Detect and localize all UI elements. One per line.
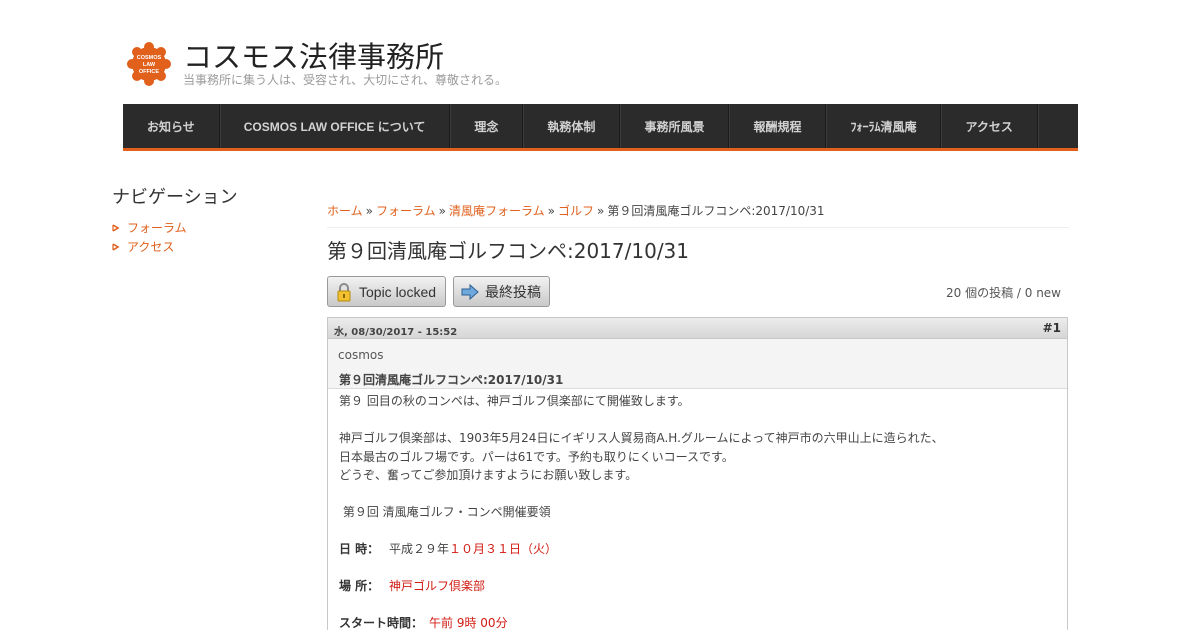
topic-locked-label: Topic locked: [359, 283, 437, 300]
last-post-button[interactable]: 最終投稿: [453, 276, 550, 307]
menu-item-about: COSMOS LAW OFFICE について: [220, 104, 451, 148]
breadcrumb-seifuan-forum[interactable]: 清風庵フォーラム: [449, 204, 545, 218]
post-permalink[interactable]: #1: [1043, 321, 1061, 335]
sidebar-item-forum[interactable]: フォーラム: [112, 218, 312, 237]
chevron-right-icon: [112, 223, 120, 232]
event-start: スタート時間： 午前 9時 00分: [339, 614, 1067, 630]
menu-item-staff: 執務体制: [523, 104, 621, 148]
breadcrumb-separator: »: [365, 204, 373, 218]
menu-link[interactable]: 執務体制: [523, 118, 619, 135]
menu-item-news: お知らせ: [123, 104, 220, 148]
arrow-right-icon: [461, 283, 479, 300]
breadcrumb-separator: »: [596, 204, 605, 218]
chevron-right-icon: [112, 242, 120, 251]
svg-text:COSMOS: COSMOS: [137, 55, 162, 61]
breadcrumb-current: 第９回清風庵ゴルフコンペ:2017/10/31: [607, 204, 825, 218]
event-date: 日 時： 平成２９年１０月３１日（火）: [339, 540, 1067, 559]
post-text: 日本最古のゴルフ場です。パーは61です。予約も取りにくいコースです。: [339, 449, 734, 464]
menu-link[interactable]: 事務所風景: [620, 118, 728, 135]
post-text: 神戸ゴルフ倶楽部は、1903年5月24日にイギリス人貿易商A.H.グルームによっ…: [339, 431, 944, 445]
post-text: 第９回 清風庵ゴルフ・コンペ開催要領: [339, 505, 551, 519]
menu-item-fees: 報酬規程: [729, 104, 827, 148]
breadcrumb: ホーム» フォーラム» 清風庵フォーラム» ゴルフ» 第９回清風庵ゴルフコンペ:2017…: [327, 200, 1069, 228]
event-start-label: スタート時間：: [339, 616, 418, 630]
menu-link[interactable]: アクセス: [941, 118, 1036, 135]
site-header: COSMOS LAW OFFICE コスモス法律事務所 当事務所に集う人は、受容…: [127, 40, 727, 90]
site-slogan: 当事務所に集う人は、受容され、大切にされ、尊敬される。: [183, 73, 508, 87]
event-date-label: 日 時：: [339, 542, 374, 556]
post-header: 水, 08/30/2017 - 15:52 #1: [328, 318, 1067, 339]
post-text: 第９ 回目の秋のコンペは、神戸ゴルフ倶楽部にて開催致します。: [339, 394, 690, 408]
menu-link[interactable]: 理念: [450, 118, 522, 135]
event-date-value: １０月３１日（火）: [449, 542, 558, 556]
svg-text:OFFICE: OFFICE: [139, 69, 159, 75]
post-subject: 第９回清風庵ゴルフコンペ:2017/10/31: [328, 368, 1067, 389]
breadcrumb-separator: »: [547, 204, 555, 218]
main-menu: お知らせ COSMOS LAW OFFICE について 理念 執務体制 事務所風…: [123, 104, 1078, 151]
menu-item-access: アクセス: [941, 104, 1038, 148]
breadcrumb-forum[interactable]: フォーラム: [376, 204, 436, 218]
breadcrumb-golf[interactable]: ゴルフ: [558, 204, 594, 218]
menu-link[interactable]: お知らせ: [123, 118, 219, 135]
topic-locked-button[interactable]: Topic locked: [327, 276, 446, 307]
post-text: どうぞ、奮ってご参加頂けますようにお願い致します。: [339, 468, 638, 482]
lock-icon: [337, 282, 351, 301]
menu-item-office: 事務所風景: [620, 104, 730, 148]
site-logo[interactable]: COSMOS LAW OFFICE: [127, 42, 171, 86]
breadcrumb-separator: »: [438, 204, 446, 218]
menu-link[interactable]: COSMOS LAW OFFICE について: [220, 118, 450, 135]
menu-link[interactable]: ﾌｫｰﾗﾑ清風庵: [826, 118, 940, 135]
event-start-value: 午前 9時 00分: [429, 616, 508, 630]
last-post-label: 最終投稿: [485, 283, 541, 300]
site-name[interactable]: コスモス法律事務所: [183, 39, 444, 75]
svg-text:LAW: LAW: [143, 62, 156, 68]
event-place-value: 神戸ゴルフ倶楽部: [389, 579, 486, 593]
post-author: cosmos: [328, 339, 1067, 368]
forum-actions: Topic locked 最終投稿 20 個の投稿 / 0 new: [327, 276, 1069, 308]
event-place-label: 場 所：: [339, 579, 374, 593]
menu-link[interactable]: 報酬規程: [729, 118, 825, 135]
post-count: 20 個の投稿 / 0 new: [945, 286, 1061, 300]
event-place: 場 所： 神戸ゴルフ倶楽部: [339, 577, 1067, 596]
sidebar-link[interactable]: アクセス: [127, 238, 174, 255]
page-title: 第９回清風庵ゴルフコンペ:2017/10/31: [327, 239, 690, 263]
sidebar: ナビゲーション フォーラム アクセス: [112, 186, 312, 256]
menu-item-forum: ﾌｫｰﾗﾑ清風庵: [826, 104, 942, 148]
sidebar-title: ナビゲーション: [112, 187, 238, 208]
main-content: ホーム» フォーラム» 清風庵フォーラム» ゴルフ» 第９回清風庵ゴルフコンペ:2017…: [327, 200, 1069, 630]
sidebar-link[interactable]: フォーラム: [127, 219, 187, 236]
sidebar-item-access[interactable]: アクセス: [112, 237, 312, 256]
event-date-prefix: 平成２９年: [389, 542, 450, 556]
menu-item-philosophy: 理念: [450, 104, 524, 148]
post-body: 第９ 回目の秋のコンペは、神戸ゴルフ倶楽部にて開催致します。 神戸ゴルフ倶楽部は…: [328, 389, 1067, 630]
breadcrumb-home[interactable]: ホーム: [327, 204, 363, 218]
post-date: 水, 08/30/2017 - 15:52: [334, 327, 458, 338]
forum-post: 水, 08/30/2017 - 15:52 #1 cosmos 第９回清風庵ゴル…: [327, 317, 1068, 630]
